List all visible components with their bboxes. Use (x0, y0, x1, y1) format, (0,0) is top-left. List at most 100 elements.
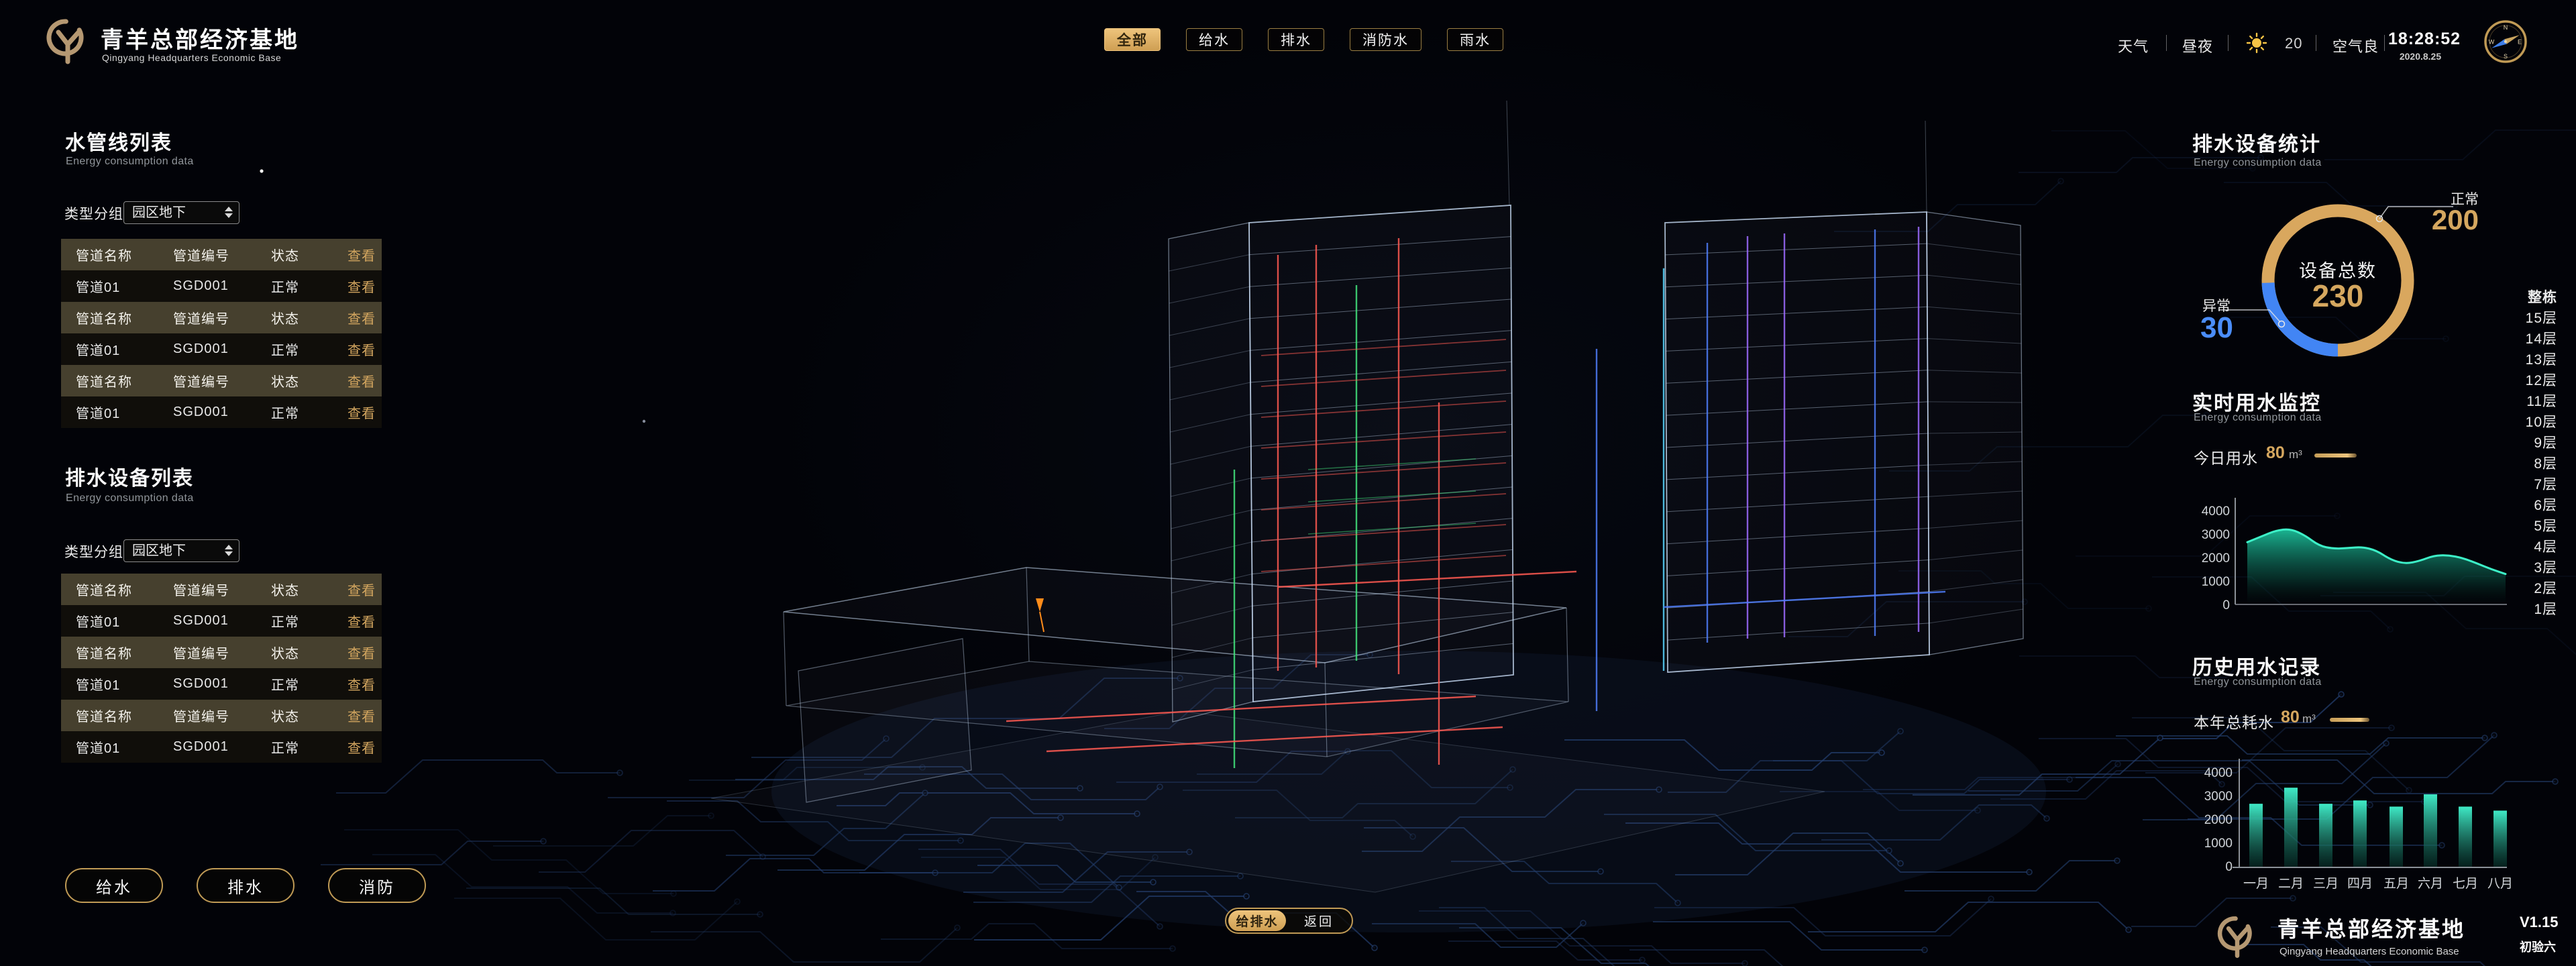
bar-六月 (2424, 794, 2437, 867)
floor-item-14[interactable]: 15层 (2449, 308, 2557, 329)
select-arrows-icon (225, 545, 233, 556)
svg-text:八月: 八月 (2487, 877, 2512, 891)
floor-item-7[interactable]: 8层 (2449, 453, 2557, 474)
today-usage-unit: m³ (2289, 448, 2302, 462)
cell-status: 正常 (271, 402, 347, 422)
particle-dot (643, 420, 645, 423)
divider (2166, 35, 2167, 51)
donut-center-value: 230 (2257, 278, 2418, 314)
scene-3d-viewport[interactable] (0, 0, 2576, 966)
svg-text:一月: 一月 (2243, 877, 2269, 891)
clock-block: 18:28:52 2020.8.25 (2388, 30, 2453, 62)
footer-logo-icon (2214, 912, 2261, 962)
device-filter-value: 园区地下 (132, 543, 186, 558)
cell-status: 状态 (271, 643, 347, 662)
cell-code: SGD001 (173, 405, 271, 420)
cell-code: SGD001 (173, 676, 271, 692)
view-link[interactable]: 查看 (347, 674, 382, 694)
select-arrows-icon (225, 207, 233, 218)
today-usage-label: 今日用水 (2194, 445, 2258, 468)
view-link[interactable]: 查看 (347, 402, 382, 422)
cell-code: 管道编号 (173, 245, 271, 264)
cell-name: 管道名称 (76, 371, 173, 390)
cell-name: 管道名称 (76, 245, 173, 264)
year-total-label: 本年总耗水 (2194, 710, 2274, 733)
tab-drainage[interactable]: 排水 (1268, 28, 1324, 51)
daynight-toggle[interactable]: 昼夜 (2182, 35, 2213, 56)
action-button-3[interactable]: 消防 (328, 868, 426, 903)
cell-name: 管道01 (76, 339, 173, 359)
floor-item-0[interactable]: 1层 (2449, 599, 2557, 620)
mode-water-drain-button[interactable]: 给排水 (1228, 910, 1286, 931)
pipe-filter-select[interactable]: 园区地下 (123, 201, 239, 224)
cell-status: 正常 (271, 674, 347, 694)
footer-version: V1.15 (2520, 914, 2559, 931)
action-button-1[interactable]: 给水 (65, 868, 163, 903)
stats-panel-subtitle: Energy consumption data (2194, 157, 2322, 169)
floor-item-2[interactable]: 3层 (2449, 557, 2557, 578)
floor-item-4[interactable]: 5层 (2449, 516, 2557, 537)
cell-code: 管道编号 (173, 371, 271, 390)
pipe-filter-label: 类型分组 (64, 203, 123, 223)
table-row: 管道01SGD001正常查看 (61, 270, 382, 302)
cell-name: 管道名称 (76, 706, 173, 725)
air-quality-label: 空气良 (2332, 35, 2379, 56)
app-subtitle: Qingyang Headquarters Economic Base (102, 52, 281, 63)
view-link[interactable]: 查看 (347, 611, 382, 631)
device-filter-label: 类型分组 (64, 541, 123, 561)
floor-item-8[interactable]: 9层 (2449, 433, 2557, 453)
device-filter-select[interactable]: 园区地下 (123, 539, 239, 562)
table-header-row: 管道名称管道编号状态查看 (61, 574, 382, 605)
svg-text:五月: 五月 (2383, 877, 2409, 891)
cell-code: SGD001 (173, 739, 271, 755)
floor-item-6[interactable]: 7层 (2449, 474, 2557, 495)
realtime-panel-subtitle: Energy consumption data (2194, 412, 2322, 424)
floor-item-15[interactable]: 整栋 (2449, 287, 2557, 308)
tab-water-supply[interactable]: 给水 (1186, 28, 1242, 51)
weather-label[interactable]: 天气 (2118, 35, 2149, 56)
bar-五月 (2390, 806, 2403, 867)
bar-四月 (2353, 800, 2367, 867)
today-usage-value: 80 (2266, 443, 2285, 463)
footer-subtitle: Qingyang Headquarters Economic Base (2279, 946, 2459, 957)
svg-text:3000: 3000 (2204, 790, 2233, 804)
particle-dot (260, 169, 263, 172)
cell-code: SGD001 (173, 278, 271, 294)
floor-selector: 整栋15层14层13层12层11层10层9层8层7层6层5层4层3层2层1层 (2449, 287, 2557, 620)
pipe-panel-title: 水管线列表 (65, 126, 172, 156)
floor-item-9[interactable]: 10层 (2449, 412, 2557, 433)
floor-item-5[interactable]: 6层 (2449, 495, 2557, 516)
tab-fire-water[interactable]: 消防水 (1350, 28, 1421, 51)
svg-text:六月: 六月 (2418, 876, 2443, 891)
donut-abnormal-value: 30 (2200, 311, 2233, 345)
view-link[interactable]: 查看 (347, 339, 382, 359)
floor-item-10[interactable]: 11层 (2449, 391, 2557, 412)
floor-item-3[interactable]: 4层 (2449, 537, 2557, 557)
floor-item-13[interactable]: 14层 (2449, 329, 2557, 350)
floor-item-11[interactable]: 12层 (2449, 370, 2557, 391)
bar-二月 (2284, 788, 2298, 867)
sun-icon (2246, 32, 2267, 54)
table-row: 管道01SGD001正常查看 (61, 605, 382, 637)
tab-rain-water[interactable]: 雨水 (1447, 28, 1503, 51)
pipe-filter-value: 园区地下 (132, 205, 186, 220)
compass-e: E (2518, 39, 2522, 46)
view-link[interactable]: 查看 (347, 737, 382, 757)
pipe-system-tabs: 全部 给水 排水 消防水 雨水 (1104, 28, 1503, 51)
donut-normal-value: 200 (2375, 204, 2479, 236)
bar-七月 (2459, 806, 2472, 867)
view-link[interactable]: 查看 (347, 276, 382, 296)
footer-stage: 初验六 (2520, 938, 2556, 955)
footer-title: 青羊总部经济基地 (2277, 912, 2465, 943)
svg-text:4000: 4000 (2204, 766, 2233, 780)
tab-all[interactable]: 全部 (1104, 28, 1161, 51)
svg-text:0: 0 (2222, 598, 2230, 612)
action-button-2[interactable]: 排水 (197, 868, 294, 903)
today-usage-bar (2314, 453, 2357, 458)
floor-item-1[interactable]: 2层 (2449, 578, 2557, 599)
compass-icon[interactable]: N E S W (2482, 18, 2529, 65)
svg-text:七月: 七月 (2453, 876, 2478, 891)
back-button[interactable]: 返回 (1286, 912, 1352, 930)
view-link: 查看 (347, 580, 382, 599)
floor-item-12[interactable]: 13层 (2449, 350, 2557, 370)
